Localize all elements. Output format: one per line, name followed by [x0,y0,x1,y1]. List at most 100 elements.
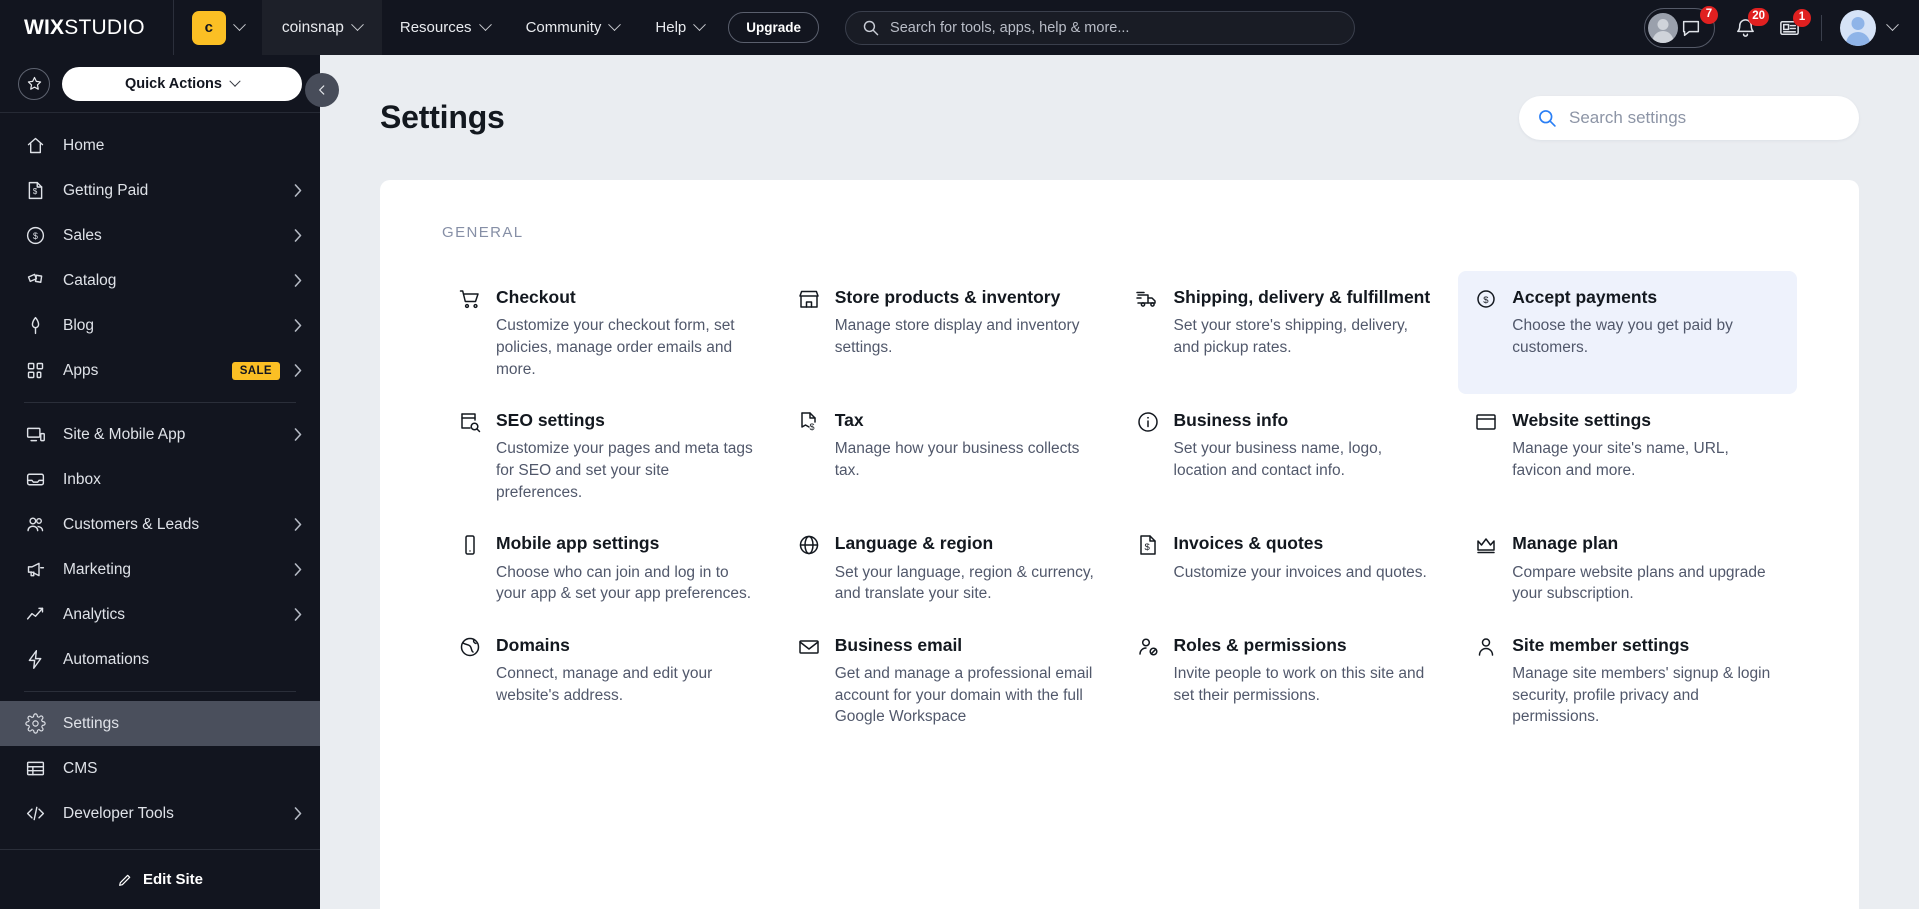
settings-card-title: Business email [834,634,963,655]
sidebar-item-customers-leads[interactable]: Customers & Leads [0,502,320,547]
settings-card-description: Compare website plans and upgrade your s… [1512,563,1766,603]
notifications-button[interactable]: 20 [1723,6,1769,50]
sidebar-item-sales[interactable]: $ Sales [0,213,320,258]
chevron-right-icon [294,563,302,576]
chevron-right-icon [294,229,302,242]
sidebar-item-label: Getting Paid [63,181,149,199]
divider [1821,14,1822,41]
wix-studio-logo[interactable]: WIX STUDIO [0,0,173,55]
settings-card-accept-payments[interactable]: $ Accept payments Choose the way you get p… [1458,271,1797,395]
table-icon [24,758,46,780]
sidebar-item-label: Settings [63,714,120,732]
chevron-right-icon [294,274,302,287]
main-content: Settings Search settings GENERAL Checkou… [320,55,1919,909]
settings-card-description: Connect, manage and edit your website's … [496,665,713,704]
settings-card-language-region[interactable]: Language & region Set your language, regi… [781,517,1120,619]
chevron-down-icon [229,75,241,87]
settings-search-input[interactable]: Search settings [1519,95,1859,140]
sidebar-item-cms[interactable]: CMS [0,746,320,791]
site-initial-badge: c [191,10,226,45]
settings-card-body: SEO settings Customize your pages and met… [496,408,759,503]
coin-icon: $ [24,225,46,247]
edit-site-button[interactable]: Edit Site [0,849,320,909]
chevron-right-icon [294,319,302,332]
sidebar-item-automations[interactable]: Automations [0,637,320,682]
top-bar: WIX STUDIO c coinsnap Resources Community… [0,0,1919,55]
settings-card-invoices-quotes[interactable]: $ Invoices & quotes Customize your invoice… [1120,517,1459,619]
sidebar-item-analytics[interactable]: Analytics [0,592,320,637]
global-search[interactable]: Search for tools, apps, help & more... [845,10,1356,45]
sidebar-item-blog[interactable]: Blog [0,303,320,348]
settings-card-website-settings[interactable]: Website settings Manage your site's name,… [1458,394,1797,517]
nav-divider [24,402,296,403]
user-menu[interactable] [1832,0,1919,55]
chat-button[interactable]: 7 [1644,5,1718,48]
settings-card-business-info[interactable]: Business info Set your business name, log… [1120,394,1459,517]
settings-card-manage-plan[interactable]: Manage plan Compare website plans and upg… [1458,517,1797,619]
settings-card-description: Invite people to work on this site and s… [1173,665,1425,704]
sidebar-item-getting-paid[interactable]: $ Getting Paid [0,168,320,213]
settings-card-body: Domains Connect, manage and edit your web… [496,633,759,707]
settings-card-mobile-app-settings[interactable]: Mobile app settings Choose who can join a… [442,517,781,619]
settings-card-title: Mobile app settings [496,533,660,554]
quick-actions-button[interactable]: Quick Actions [62,66,302,101]
settings-card-grid: Checkout Customize your checkout form, se… [442,271,1797,742]
phone-icon [458,533,482,557]
settings-card-store-products-inventory[interactable]: Store products & inventory Manage store d… [781,271,1120,394]
inbox-icon [24,469,46,491]
settings-card-body: Accept payments Choose the way you get pa… [1512,285,1775,359]
collapse-sidebar-button[interactable] [305,73,339,107]
settings-card-checkout[interactable]: Checkout Customize your checkout form, se… [442,271,781,394]
menu-resources[interactable]: Resources [382,0,508,55]
sidebar-item-apps[interactable]: Apps SALE [0,348,320,393]
coin-dollar-icon: $ [1474,287,1498,311]
site-name-dropdown[interactable]: coinsnap [261,0,382,55]
megaphone-icon [24,559,46,581]
sidebar-item-home[interactable]: Home [0,123,320,168]
settings-card-roles-permissions[interactable]: Roles & permissions Invite people to work… [1120,619,1459,742]
settings-card-description: Set your business name, logo, location a… [1173,440,1383,480]
cart-icon [458,287,482,311]
chevron-down-icon [478,18,492,32]
settings-panel: GENERAL Checkout Customize your checkout … [380,180,1859,909]
settings-card-seo-settings[interactable]: SEO settings Customize your pages and met… [442,394,781,517]
sidebar-item-inbox[interactable]: Inbox [0,457,320,502]
news-button[interactable]: 1 [1767,6,1811,50]
settings-card-description: Get and manage a professional email acco… [834,665,1093,726]
settings-card-tax[interactable]: $ Tax Manage how your business collects ta… [781,394,1120,517]
settings-card-site-member-settings[interactable]: Site member settings Manage site members'… [1458,619,1797,742]
sidebar-item-label: Apps [63,361,99,379]
favorites-button[interactable] [18,67,50,100]
sidebar-item-label: Marketing [63,560,132,578]
sidebar-item-marketing[interactable]: Marketing [0,547,320,592]
sidebar-item-site-mobile-app[interactable]: Site & Mobile App [0,412,320,457]
star-icon [27,76,41,90]
menu-help[interactable]: Help [637,0,722,55]
logo-studio: STUDIO [64,16,145,39]
settings-card-title: SEO settings [496,410,605,431]
settings-card-body: Checkout Customize your checkout form, se… [496,285,759,380]
sidebar-item-settings[interactable]: Settings [0,701,320,746]
settings-card-description: Manage site members' signup & login secu… [1512,665,1771,726]
menu-community[interactable]: Community [508,0,638,55]
settings-card-description: Set your language, region & currency, an… [834,563,1094,603]
settings-card-shipping-delivery-fulfillment[interactable]: Shipping, delivery & fulfillment Set your… [1120,271,1459,394]
settings-card-description: Customize your pages and meta tags for S… [496,440,753,501]
settings-card-title: Domains [496,634,570,655]
settings-card-body: Manage plan Compare website plans and upg… [1512,531,1775,605]
sidebar-item-developer-tools[interactable]: Developer Tools [0,791,320,836]
settings-card-domains[interactable]: Domains Connect, manage and edit your web… [442,619,781,742]
settings-card-business-email[interactable]: Business email Get and manage a professio… [781,619,1120,742]
chevron-down-icon [1886,18,1899,32]
sidebar-item-label: Site & Mobile App [63,425,186,443]
sidebar-item-catalog[interactable]: Catalog [0,258,320,303]
quick-actions-row: Quick Actions [0,55,320,112]
quick-actions-label: Quick Actions [125,75,222,92]
settings-card-description: Choose who can join and log in to your a… [496,563,752,603]
sidebar-item-label: Developer Tools [63,804,174,822]
settings-card-title: Shipping, delivery & fulfillment [1173,287,1431,307]
site-switcher-initial[interactable]: c [174,0,262,55]
upgrade-button[interactable]: Upgrade [728,12,820,43]
sale-badge: SALE [231,361,280,380]
chevron-down-icon [232,18,246,32]
